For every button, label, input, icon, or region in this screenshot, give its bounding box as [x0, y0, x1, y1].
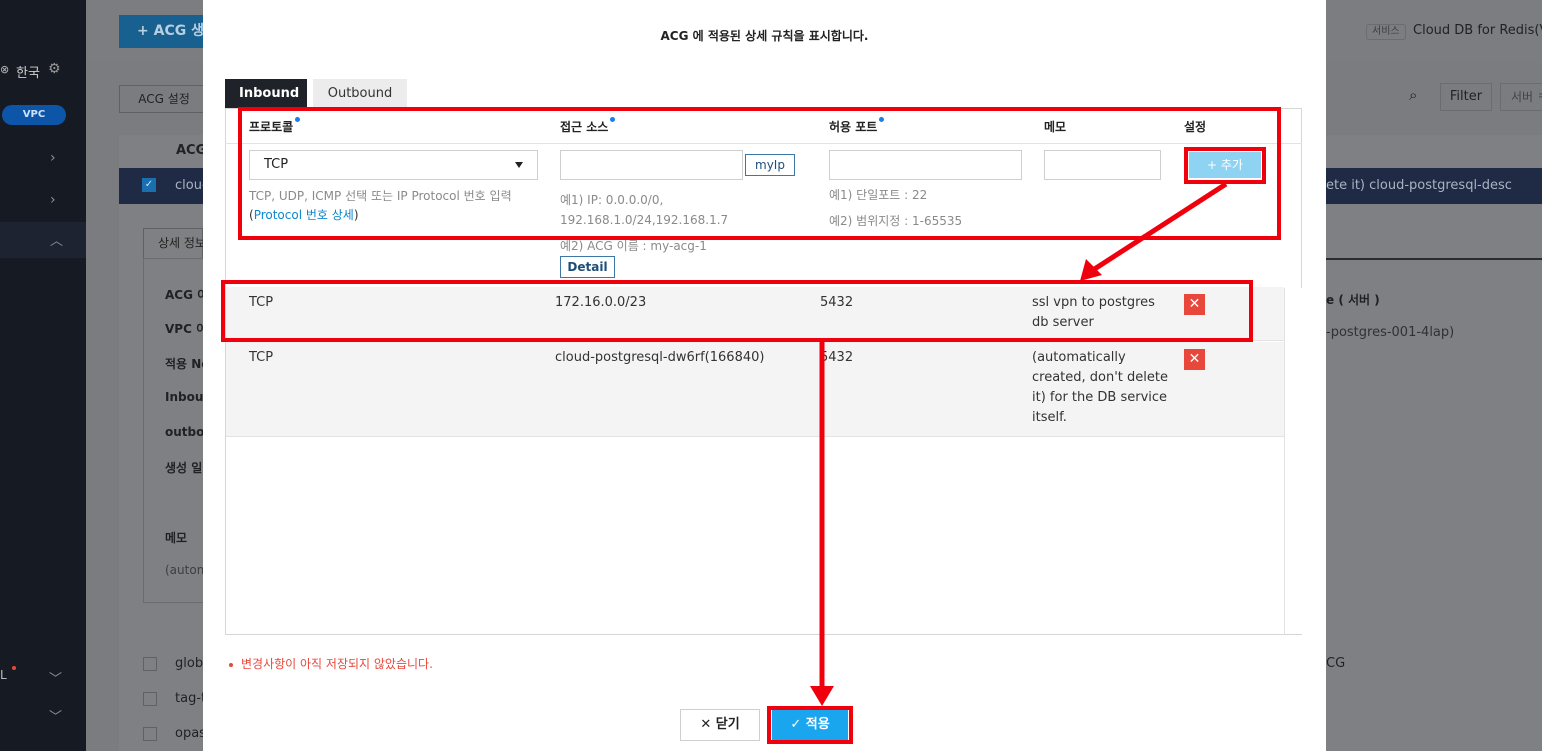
row-checkbox[interactable] [143, 657, 157, 671]
detail-field-label: VPC 이 [165, 322, 208, 336]
app-sidebar: ⊗ 한국 ⚙ VPC › › ︿ L ﹀ ﹀ [0, 0, 86, 751]
close-button[interactable]: ✕ 닫기 [680, 709, 760, 741]
rule-memo-line: (automatically [1032, 350, 1126, 365]
row-checkbox[interactable] [143, 692, 157, 706]
sidebar-bottom-item[interactable]: L [0, 668, 7, 682]
annotation-add-button-box [1184, 147, 1266, 184]
right-divider [1326, 258, 1542, 260]
search-icon[interactable]: ⌕ [1409, 86, 1417, 104]
service-label: 서비스 [1366, 24, 1406, 40]
delete-rule-button[interactable]: ✕ [1184, 349, 1205, 370]
unsaved-warning-text: 변경사항이 아직 저장되지 않았습니다. [241, 657, 433, 671]
rule-port: 5432 [820, 350, 854, 365]
filter-button[interactable]: Filter [1440, 83, 1492, 111]
tab-outbound[interactable]: Outbound [313, 79, 407, 108]
selected-row-desc: ete it) cloud-postgresql-desc [1326, 178, 1512, 193]
right-column-header: e ( 서버 ) [1326, 293, 1380, 307]
sidebar-active-item[interactable] [0, 222, 86, 258]
scrollbar[interactable] [1284, 288, 1302, 634]
settings-gear-icon[interactable]: ⚙ [48, 61, 61, 77]
detail-field-label: ACG 이 [165, 288, 209, 302]
globe-icon[interactable]: ⊗ [0, 63, 9, 76]
chevron-right-icon[interactable]: › [50, 150, 56, 166]
rule-memo-line: itself. [1032, 410, 1067, 425]
table-row-desc: CG [1326, 656, 1346, 671]
chevron-down-icon[interactable]: ﹀ [49, 668, 62, 687]
acg-settings-button[interactable]: ACG 설정 [119, 85, 209, 113]
chevron-right-icon[interactable]: › [50, 192, 56, 208]
row-checkbox[interactable]: ✓ [142, 178, 156, 192]
detail-memo-label: 메모 [165, 531, 188, 545]
new-indicator-dot [12, 666, 16, 670]
rule-memo-line: it) for the DB service [1032, 390, 1168, 405]
warning-bullet [229, 662, 233, 667]
tab-inbound[interactable]: Inbound [225, 79, 307, 108]
modal-title: ACG 에 적용된 상세 규칙을 표시합니다. [660, 29, 869, 43]
acg-table-header: ACG [176, 143, 207, 158]
rule-source: cloud-postgresql-dw6rf(166840) [555, 350, 765, 365]
annotation-new-rule-box [221, 280, 1253, 342]
table-row-name: opas [175, 726, 206, 741]
create-acg-button[interactable]: + ACG 생 [119, 15, 209, 48]
rule-memo: (automatically created, don't delete it)… [1032, 348, 1168, 428]
unsaved-warning: 변경사항이 아직 저장되지 않았습니다. [229, 655, 433, 672]
detail-button[interactable]: Detail [560, 256, 615, 278]
annotation-input-row-box [238, 107, 1281, 240]
rule-protocol: TCP [249, 350, 274, 365]
right-column-value: -postgres-001-4lap) [1326, 325, 1455, 340]
language-label[interactable]: 한국 [16, 62, 40, 81]
rule-memo-line: created, don't delete [1032, 370, 1168, 385]
detail-field-label: 생성 일 [165, 461, 203, 475]
row-checkbox[interactable] [143, 727, 157, 741]
detail-tab[interactable]: 상세 정보 [143, 228, 206, 258]
chevron-down-icon[interactable]: ﹀ [49, 706, 62, 725]
table-row-name: tag-t [175, 691, 207, 706]
search-input[interactable]: 서버 ㅋ [1500, 83, 1542, 111]
detail-memo-value: (autom [165, 563, 209, 577]
vpc-badge[interactable]: VPC [2, 105, 66, 125]
annotation-apply-button-box [767, 706, 853, 744]
chevron-up-icon[interactable]: ︿ [50, 230, 63, 249]
service-value: Cloud DB for Redis(VP [1413, 23, 1542, 38]
